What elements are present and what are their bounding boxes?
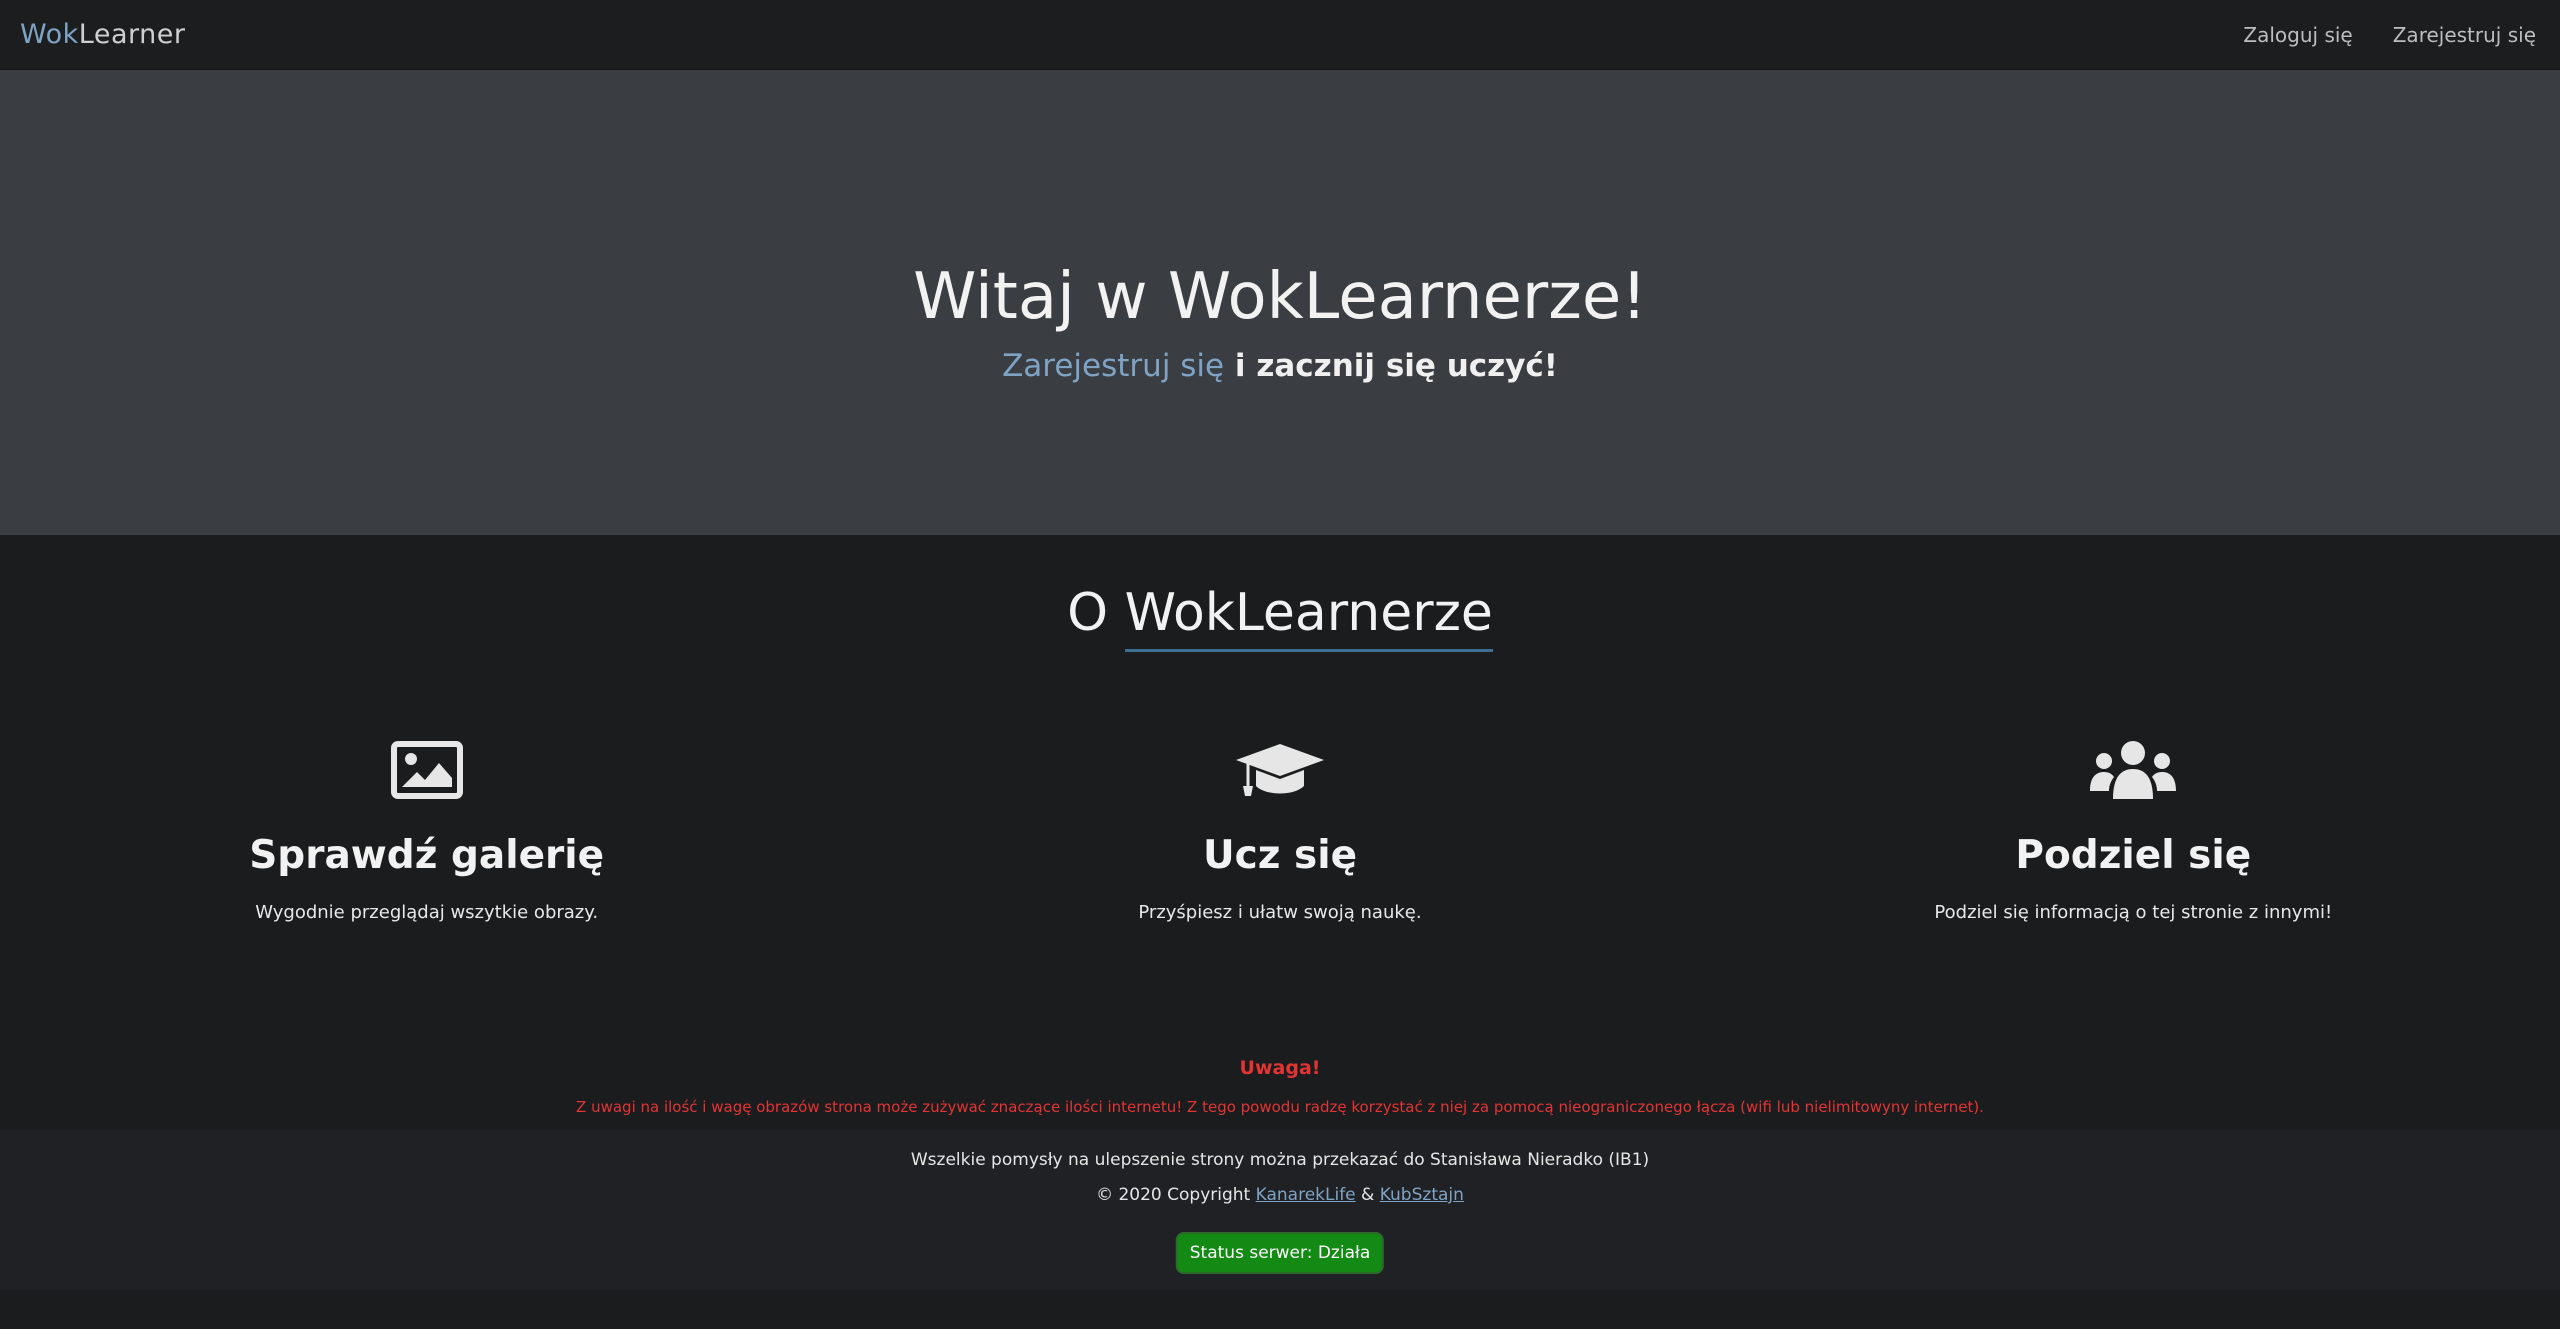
about-section: O WokLearnerze Sprawdź galerię Wygodnie … — [0, 535, 2560, 1130]
author-kubsztajn-link[interactable]: KubSztajn — [1380, 1185, 1464, 1205]
feature-learn-title: Ucz się — [1202, 833, 1358, 878]
nav-links: Zaloguj się Zarejestruj się — [2243, 23, 2540, 47]
navbar: WokLearner Zaloguj się Zarejestruj się — [0, 0, 2560, 70]
feature-learn: Ucz się Przyśpiesz i ułatw swoją naukę. — [853, 735, 1706, 923]
hero-title: Witaj w WokLearnerze! — [913, 260, 1647, 334]
feature-gallery-title: Sprawdź galerię — [249, 833, 605, 878]
hero-register-link[interactable]: Zarejestruj się — [1002, 348, 1224, 384]
graduation-cap-icon — [853, 735, 1706, 805]
feature-share-title: Podziel się — [2015, 833, 2252, 878]
footer-copyright: © 2020 Copyright KanarekLife & KubSztajn — [0, 1185, 2560, 1205]
nav-login-link[interactable]: Zaloguj się — [2243, 23, 2352, 47]
warning-text: Z uwagi na ilość i wagę obrazów strona m… — [576, 1098, 1984, 1116]
image-icon — [0, 735, 853, 805]
copyright-prefix: © 2020 Copyright — [1096, 1185, 1256, 1205]
brand-rest: Learner — [78, 19, 186, 50]
warning-title: Uwaga! — [1239, 1057, 1321, 1079]
hero-subtitle: Zarejestruj się i zacznij się uczyć! — [0, 348, 2560, 384]
nav-register-link[interactable]: Zarejestruj się — [2393, 23, 2536, 47]
server-status-badge: Status serwer: Działa — [1175, 1232, 1385, 1274]
hero-section: Witaj w WokLearnerze! Zarejestruj się i … — [0, 70, 2560, 535]
copyright-separator: & — [1355, 1185, 1380, 1205]
brand-accent: Wok — [20, 19, 79, 50]
hero-subtitle-text: i zacznij się uczyć! — [1224, 348, 1558, 384]
author-kanareklife-link[interactable]: KanarekLife — [1256, 1185, 1356, 1205]
about-title-underlined: WokLearnerze — [1124, 583, 1493, 652]
footer-ideas-text: Wszelkie pomysły na ulepszenie strony mo… — [910, 1150, 1650, 1170]
feature-learn-text: Przyśpiesz i ułatw swoją naukę. — [1138, 902, 1422, 923]
feature-gallery-text: Wygodnie przeglądaj wszytkie obrazy. — [255, 902, 599, 923]
bottom-band — [0, 1290, 2560, 1329]
about-title: O WokLearnerze — [0, 583, 2560, 652]
about-title-prefix: O — [1067, 583, 1125, 643]
brand-logo-link[interactable]: WokLearner — [20, 19, 185, 50]
feature-gallery: Sprawdź galerię Wygodnie przeglądaj wszy… — [0, 735, 853, 923]
users-icon — [1707, 735, 2560, 805]
feature-share: Podziel się Podziel się informacją o tej… — [1707, 735, 2560, 923]
feature-share-text: Podziel się informacją o tej stronie z i… — [1934, 902, 2333, 923]
footer: Wszelkie pomysły na ulepszenie strony mo… — [0, 1130, 2560, 1290]
features-row: Sprawdź galerię Wygodnie przeglądaj wszy… — [0, 735, 2560, 923]
